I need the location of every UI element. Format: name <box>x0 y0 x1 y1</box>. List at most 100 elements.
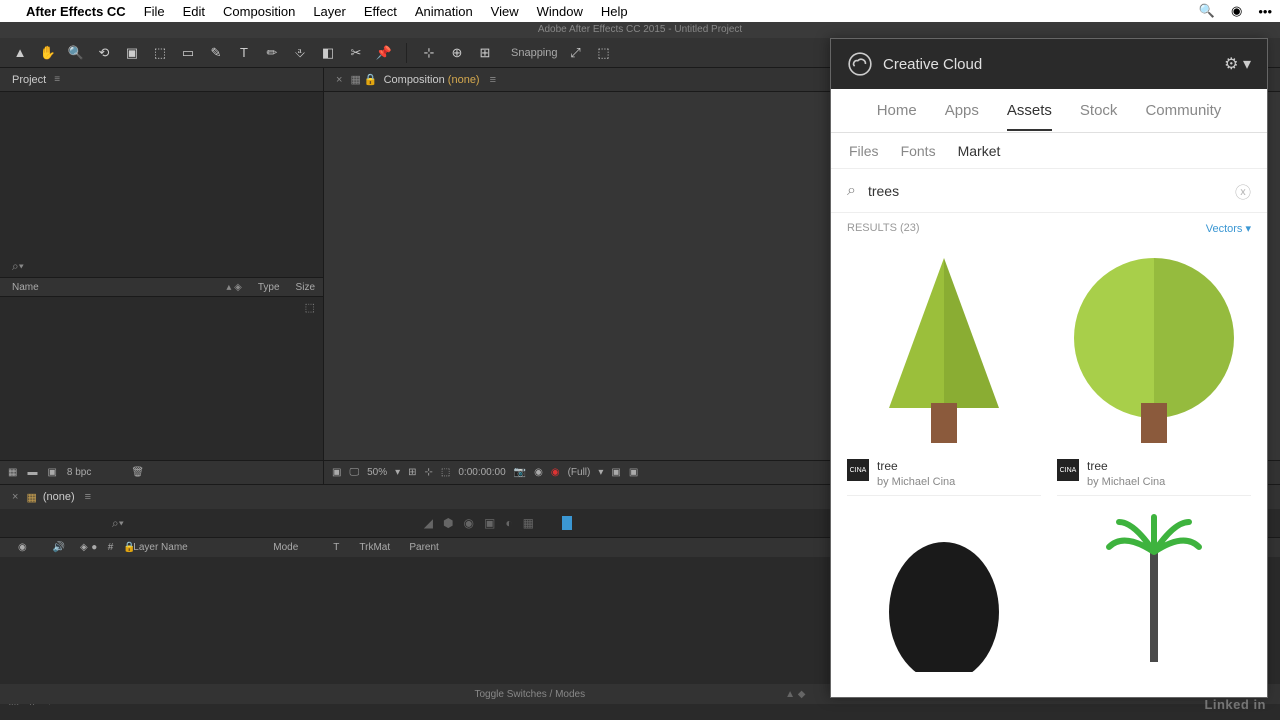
eye-col-icon[interactable]: ◉ <box>8 542 37 553</box>
eraser-tool-icon[interactable]: ◧ <box>318 43 338 63</box>
pan-behind-tool-icon[interactable]: ⬚ <box>150 43 170 63</box>
project-bin[interactable] <box>0 92 323 255</box>
cc-tab-home[interactable]: Home <box>877 102 917 119</box>
3d-icon[interactable]: ⬢ <box>443 516 453 530</box>
cc-subtab-files[interactable]: Files <box>849 143 879 159</box>
menu-composition[interactable]: Composition <box>223 4 295 19</box>
panel-menu-icon[interactable]: ≡ <box>54 74 60 85</box>
puppet-tool-icon[interactable]: 📌 <box>374 43 394 63</box>
shape-tool-icon[interactable]: ▭ <box>178 43 198 63</box>
comp-tab-label[interactable]: Composition <box>384 74 445 86</box>
view1-icon[interactable]: ▣ <box>611 467 620 478</box>
asset-card[interactable]: CINA tree by Michael Cina <box>1057 243 1251 496</box>
menu-edit[interactable]: Edit <box>183 4 205 19</box>
gear-icon[interactable]: ⚙ ▾ <box>1224 54 1251 74</box>
channel-icon[interactable]: ◉ <box>534 467 543 478</box>
col-parent[interactable]: Parent <box>399 542 448 553</box>
col-type[interactable]: Type <box>250 282 288 293</box>
comp-tab-none: (none) <box>448 74 480 86</box>
bpc-label[interactable]: 8 bpc <box>67 467 91 478</box>
axis-view-icon[interactable]: ⊞ <box>475 43 495 63</box>
col-mode[interactable]: Mode <box>263 542 323 553</box>
playhead-icon[interactable] <box>562 516 572 530</box>
selection-tool-icon[interactable]: ▲ <box>10 43 30 63</box>
view2-icon[interactable]: ▣ <box>629 467 638 478</box>
grid-icon[interactable]: ⊹ <box>425 467 433 478</box>
view-mode[interactable]: (Full) <box>568 467 591 478</box>
menu-window[interactable]: Window <box>537 4 583 19</box>
timeline-search-icon[interactable]: ⌕▾ <box>112 516 124 531</box>
toggle-switches-button[interactable]: Toggle Switches / Modes <box>475 689 586 700</box>
project-list[interactable]: ⬚ <box>0 297 323 460</box>
menu-view[interactable]: View <box>491 4 519 19</box>
col-name[interactable]: Name <box>0 282 218 293</box>
panel-menu-icon[interactable]: ≡ <box>85 491 91 503</box>
monitor-icon[interactable]: 🖵 <box>349 467 359 478</box>
cc-tab-apps[interactable]: Apps <box>945 102 979 119</box>
snapping-label[interactable]: Snapping <box>511 47 558 59</box>
flowchart-icon[interactable]: ⬚ <box>305 301 315 314</box>
axis-world-icon[interactable]: ⊕ <box>447 43 467 63</box>
snap-toggle-icon[interactable]: ⤢ <box>566 43 586 63</box>
menu-layer[interactable]: Layer <box>313 4 346 19</box>
snap-box-icon[interactable]: ⬚ <box>594 43 614 63</box>
shy-icon[interactable]: ◢ <box>424 516 433 530</box>
mblur-icon[interactable]: ◐ <box>505 516 512 530</box>
asset-card[interactable] <box>1057 512 1251 672</box>
col-t[interactable]: T <box>323 542 349 553</box>
clear-search-icon[interactable]: ⓧ <box>1235 179 1251 203</box>
hand-tool-icon[interactable]: ✋ <box>38 43 58 63</box>
filter-dropdown[interactable]: Vectors ▾ <box>1206 222 1251 235</box>
col-size[interactable]: Size <box>288 282 323 293</box>
roto-tool-icon[interactable]: ✂ <box>346 43 366 63</box>
spotlight-icon[interactable]: 🔍 <box>1199 3 1215 19</box>
cc-menubar-icon[interactable]: ◉ <box>1231 3 1242 19</box>
cc-subtab-market[interactable]: Market <box>958 143 1001 159</box>
overflow-icon[interactable]: ••• <box>1258 4 1272 19</box>
type-tool-icon[interactable]: T <box>234 43 254 63</box>
cc-tab-stock[interactable]: Stock <box>1080 102 1118 119</box>
blur-icon[interactable]: ◉ <box>463 516 473 530</box>
clone-tool-icon[interactable]: ⎀ <box>290 43 310 63</box>
graph-icon[interactable]: ▦ <box>523 516 534 530</box>
menu-file[interactable]: File <box>144 4 165 19</box>
color-icon[interactable]: ◉ <box>551 467 560 478</box>
zoom-level[interactable]: 50% <box>367 467 387 478</box>
creative-cloud-icon <box>847 51 873 77</box>
rotate-tool-icon[interactable]: ⟲ <box>94 43 114 63</box>
timeline-tab[interactable]: (none) <box>43 491 75 503</box>
magnify-icon[interactable]: ▣ <box>332 467 341 478</box>
trash-icon[interactable]: 🗑 <box>131 467 144 478</box>
interpret-icon[interactable]: ▦ <box>8 467 17 478</box>
brush-tool-icon[interactable]: ✏ <box>262 43 282 63</box>
comp-icon[interactable]: ▣ <box>47 467 56 478</box>
col-layer-name[interactable]: Layer Name <box>123 542 263 553</box>
menu-help[interactable]: Help <box>601 4 628 19</box>
col-number[interactable]: # <box>98 542 124 553</box>
menu-effect[interactable]: Effect <box>364 4 397 19</box>
cc-search-input[interactable] <box>868 183 1223 199</box>
cc-tab-community[interactable]: Community <box>1145 102 1221 119</box>
pen-tool-icon[interactable]: ✎ <box>206 43 226 63</box>
fx-icon[interactable]: ▣ <box>484 516 495 530</box>
menu-animation[interactable]: Animation <box>415 4 473 19</box>
guides-icon[interactable]: ⬚ <box>441 467 450 478</box>
label-col-icon[interactable]: ◈ <box>70 542 98 553</box>
zoom-tool-icon[interactable]: 🔍 <box>66 43 86 63</box>
axis-local-icon[interactable]: ⊹ <box>419 43 439 63</box>
timecode[interactable]: 0:00:00:00 <box>458 467 505 478</box>
panel-menu-icon[interactable]: ≡ <box>490 74 496 86</box>
folder-icon[interactable]: ▬ <box>27 467 37 478</box>
cc-tab-assets[interactable]: Assets <box>1007 102 1052 131</box>
col-trkmat[interactable]: TrkMat <box>349 542 399 553</box>
search-icon[interactable]: ⌕▾ <box>12 259 24 274</box>
asset-card[interactable]: CINA tree by Michael Cina <box>847 243 1041 496</box>
asset-card[interactable] <box>847 512 1041 672</box>
resolution-icon[interactable]: ⊞ <box>408 467 416 478</box>
project-tab[interactable]: Project <box>12 74 46 86</box>
cc-subtab-fonts[interactable]: Fonts <box>901 143 936 159</box>
camera-tool-icon[interactable]: ▣ <box>122 43 142 63</box>
app-menu[interactable]: After Effects CC <box>26 4 126 19</box>
asset-author: by Michael Cina <box>877 475 955 489</box>
snapshot-icon[interactable]: 📷 <box>514 467 526 478</box>
